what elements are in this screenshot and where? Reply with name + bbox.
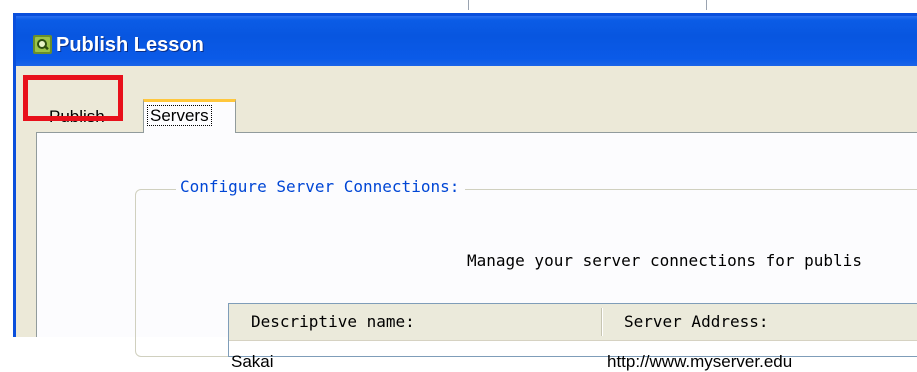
publish-lesson-dialog: Publish Lesson Configure Server Connecti… [13,13,917,371]
background-divider [468,0,469,10]
highlight-box [23,75,123,121]
column-header-address[interactable]: Server Address: [624,312,769,331]
row-name-cell[interactable]: Sakai [231,352,274,372]
app-icon [33,35,52,54]
background-window-edge [0,0,917,8]
server-list[interactable]: Descriptive name: Server Address: Sakai … [228,303,917,371]
title-bar[interactable]: Publish Lesson [16,16,917,66]
list-header: Descriptive name: Server Address: [229,304,917,341]
row-address-cell[interactable]: http://www.myserver.edu [607,352,792,372]
tab-servers-label: Servers [147,105,212,126]
window-title: Publish Lesson [56,34,204,56]
column-header-name[interactable]: Descriptive name: [251,312,415,331]
tab-servers[interactable]: Servers [143,99,236,133]
tab-panel: Configure Server Connections: Manage you… [36,132,917,371]
group-description: Manage your server connections for publi… [467,251,862,270]
background-divider [706,0,707,10]
group-legend: Configure Server Connections: [176,177,466,196]
dialog-client-area: Configure Server Connections: Manage you… [16,66,917,371]
column-divider[interactable] [601,308,602,336]
